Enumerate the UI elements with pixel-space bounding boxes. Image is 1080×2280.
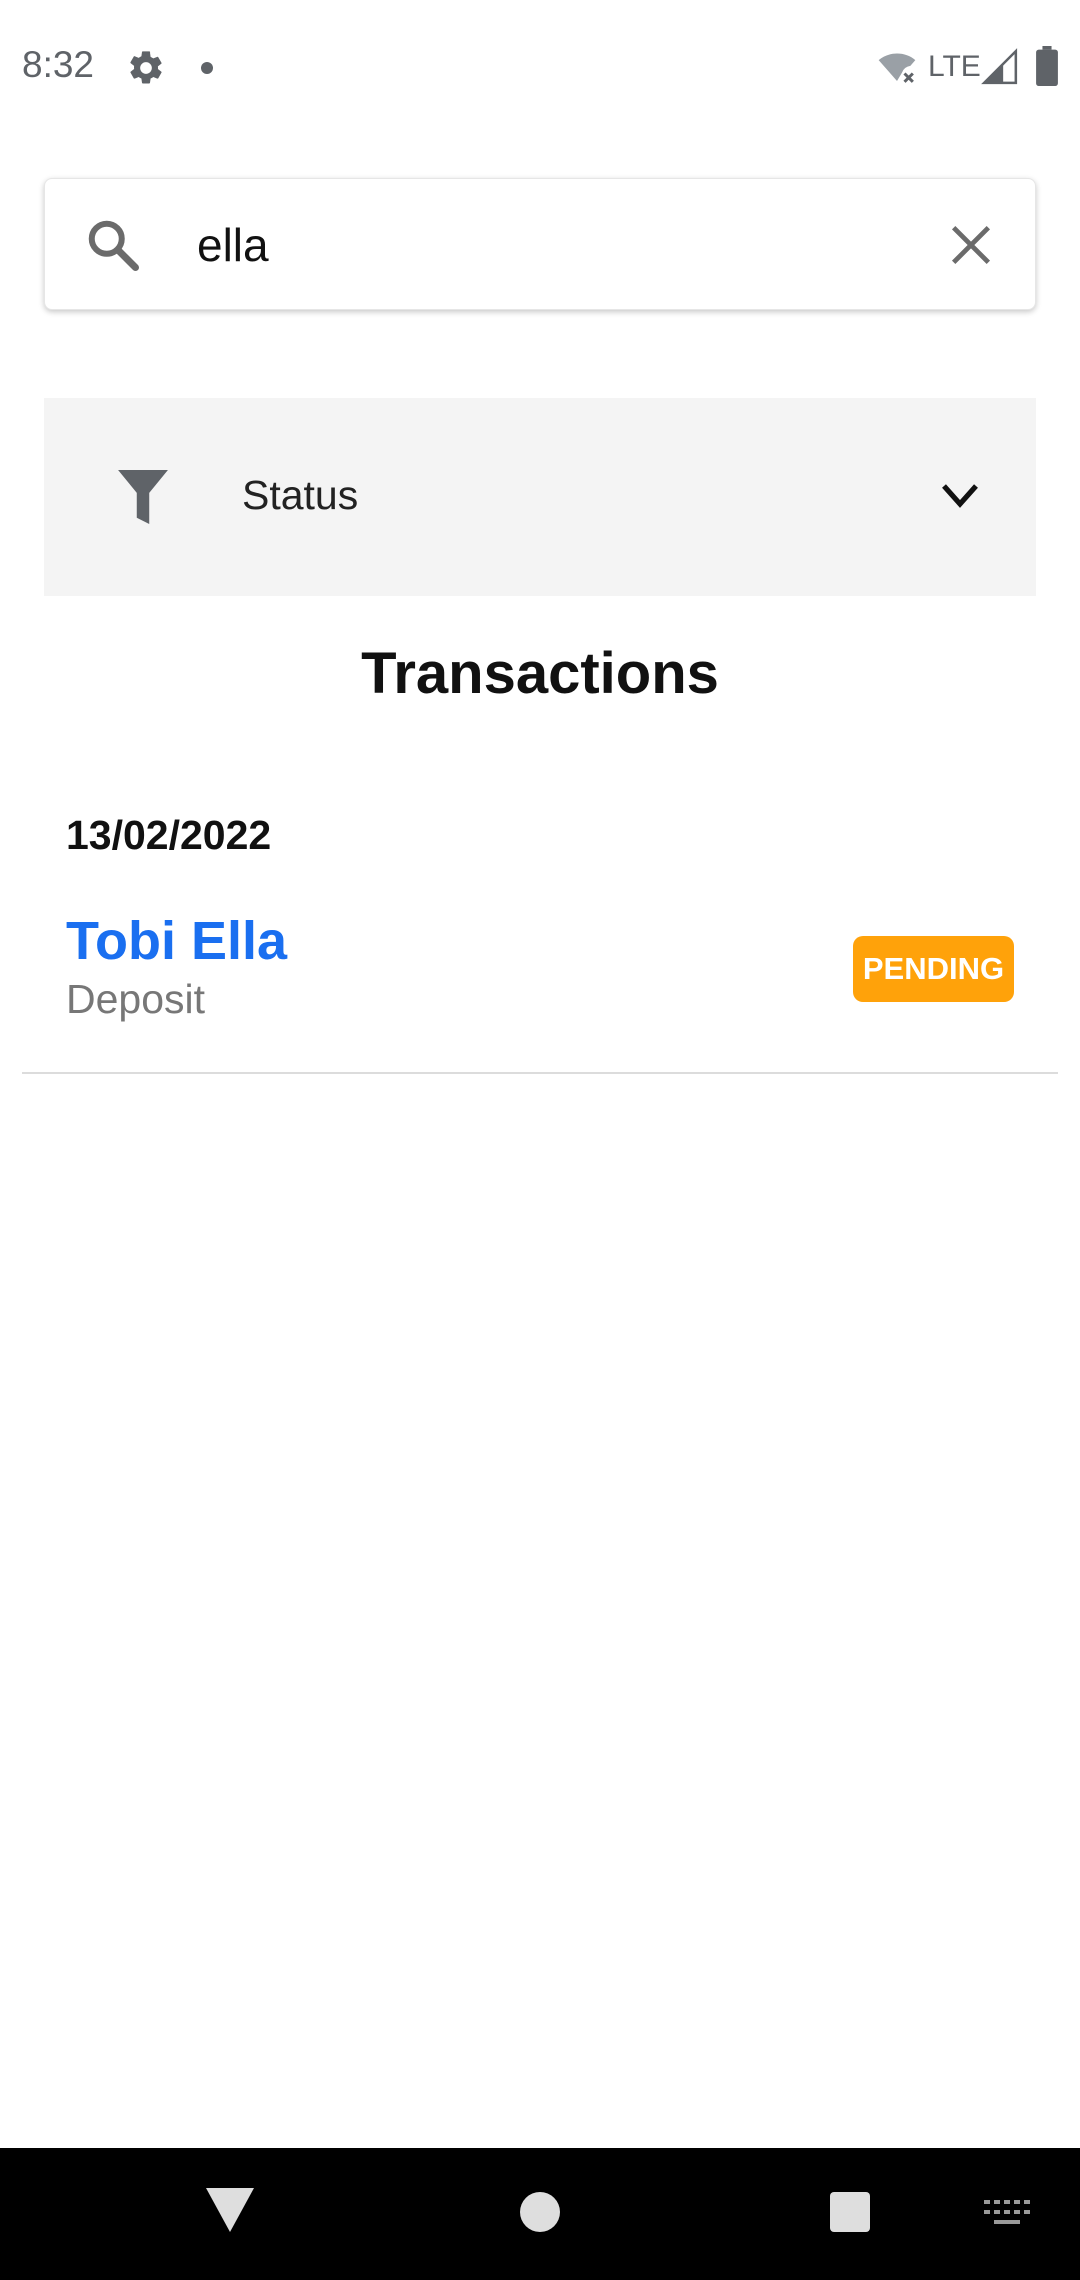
transaction-row[interactable]: Tobi Ella Deposit PENDING	[22, 880, 1058, 1074]
transaction-name[interactable]: Tobi Ella	[66, 910, 287, 972]
filter-icon	[118, 470, 168, 524]
status-badge: PENDING	[853, 936, 1014, 1002]
keyboard-icon[interactable]	[984, 2196, 1030, 2228]
home-icon[interactable]	[520, 2192, 560, 2232]
transaction-group-date: 13/02/2022	[66, 812, 272, 858]
navigation-bar	[0, 2148, 1080, 2280]
filter-label: Status	[242, 472, 359, 518]
wifi-off-icon	[878, 53, 916, 83]
settings-icon	[130, 51, 162, 84]
search-bar[interactable]	[44, 178, 1036, 310]
close-icon[interactable]	[945, 219, 997, 271]
back-icon[interactable]	[206, 2188, 254, 2232]
transaction-type: Deposit	[66, 976, 206, 1022]
chevron-down-icon[interactable]	[940, 480, 980, 512]
notification-dot	[201, 62, 213, 74]
network-type: LTE	[928, 50, 981, 83]
battery-icon	[1036, 46, 1058, 86]
status-filter-dropdown[interactable]: Status	[44, 398, 1036, 596]
search-input[interactable]	[197, 209, 897, 281]
status-time: 8:32	[22, 44, 95, 85]
page-title: Transactions	[361, 641, 719, 706]
signal-icon	[981, 48, 1018, 85]
search-icon	[88, 220, 139, 271]
recents-icon[interactable]	[830, 2192, 870, 2232]
status-bar: 8:32 LTE	[0, 0, 1080, 136]
